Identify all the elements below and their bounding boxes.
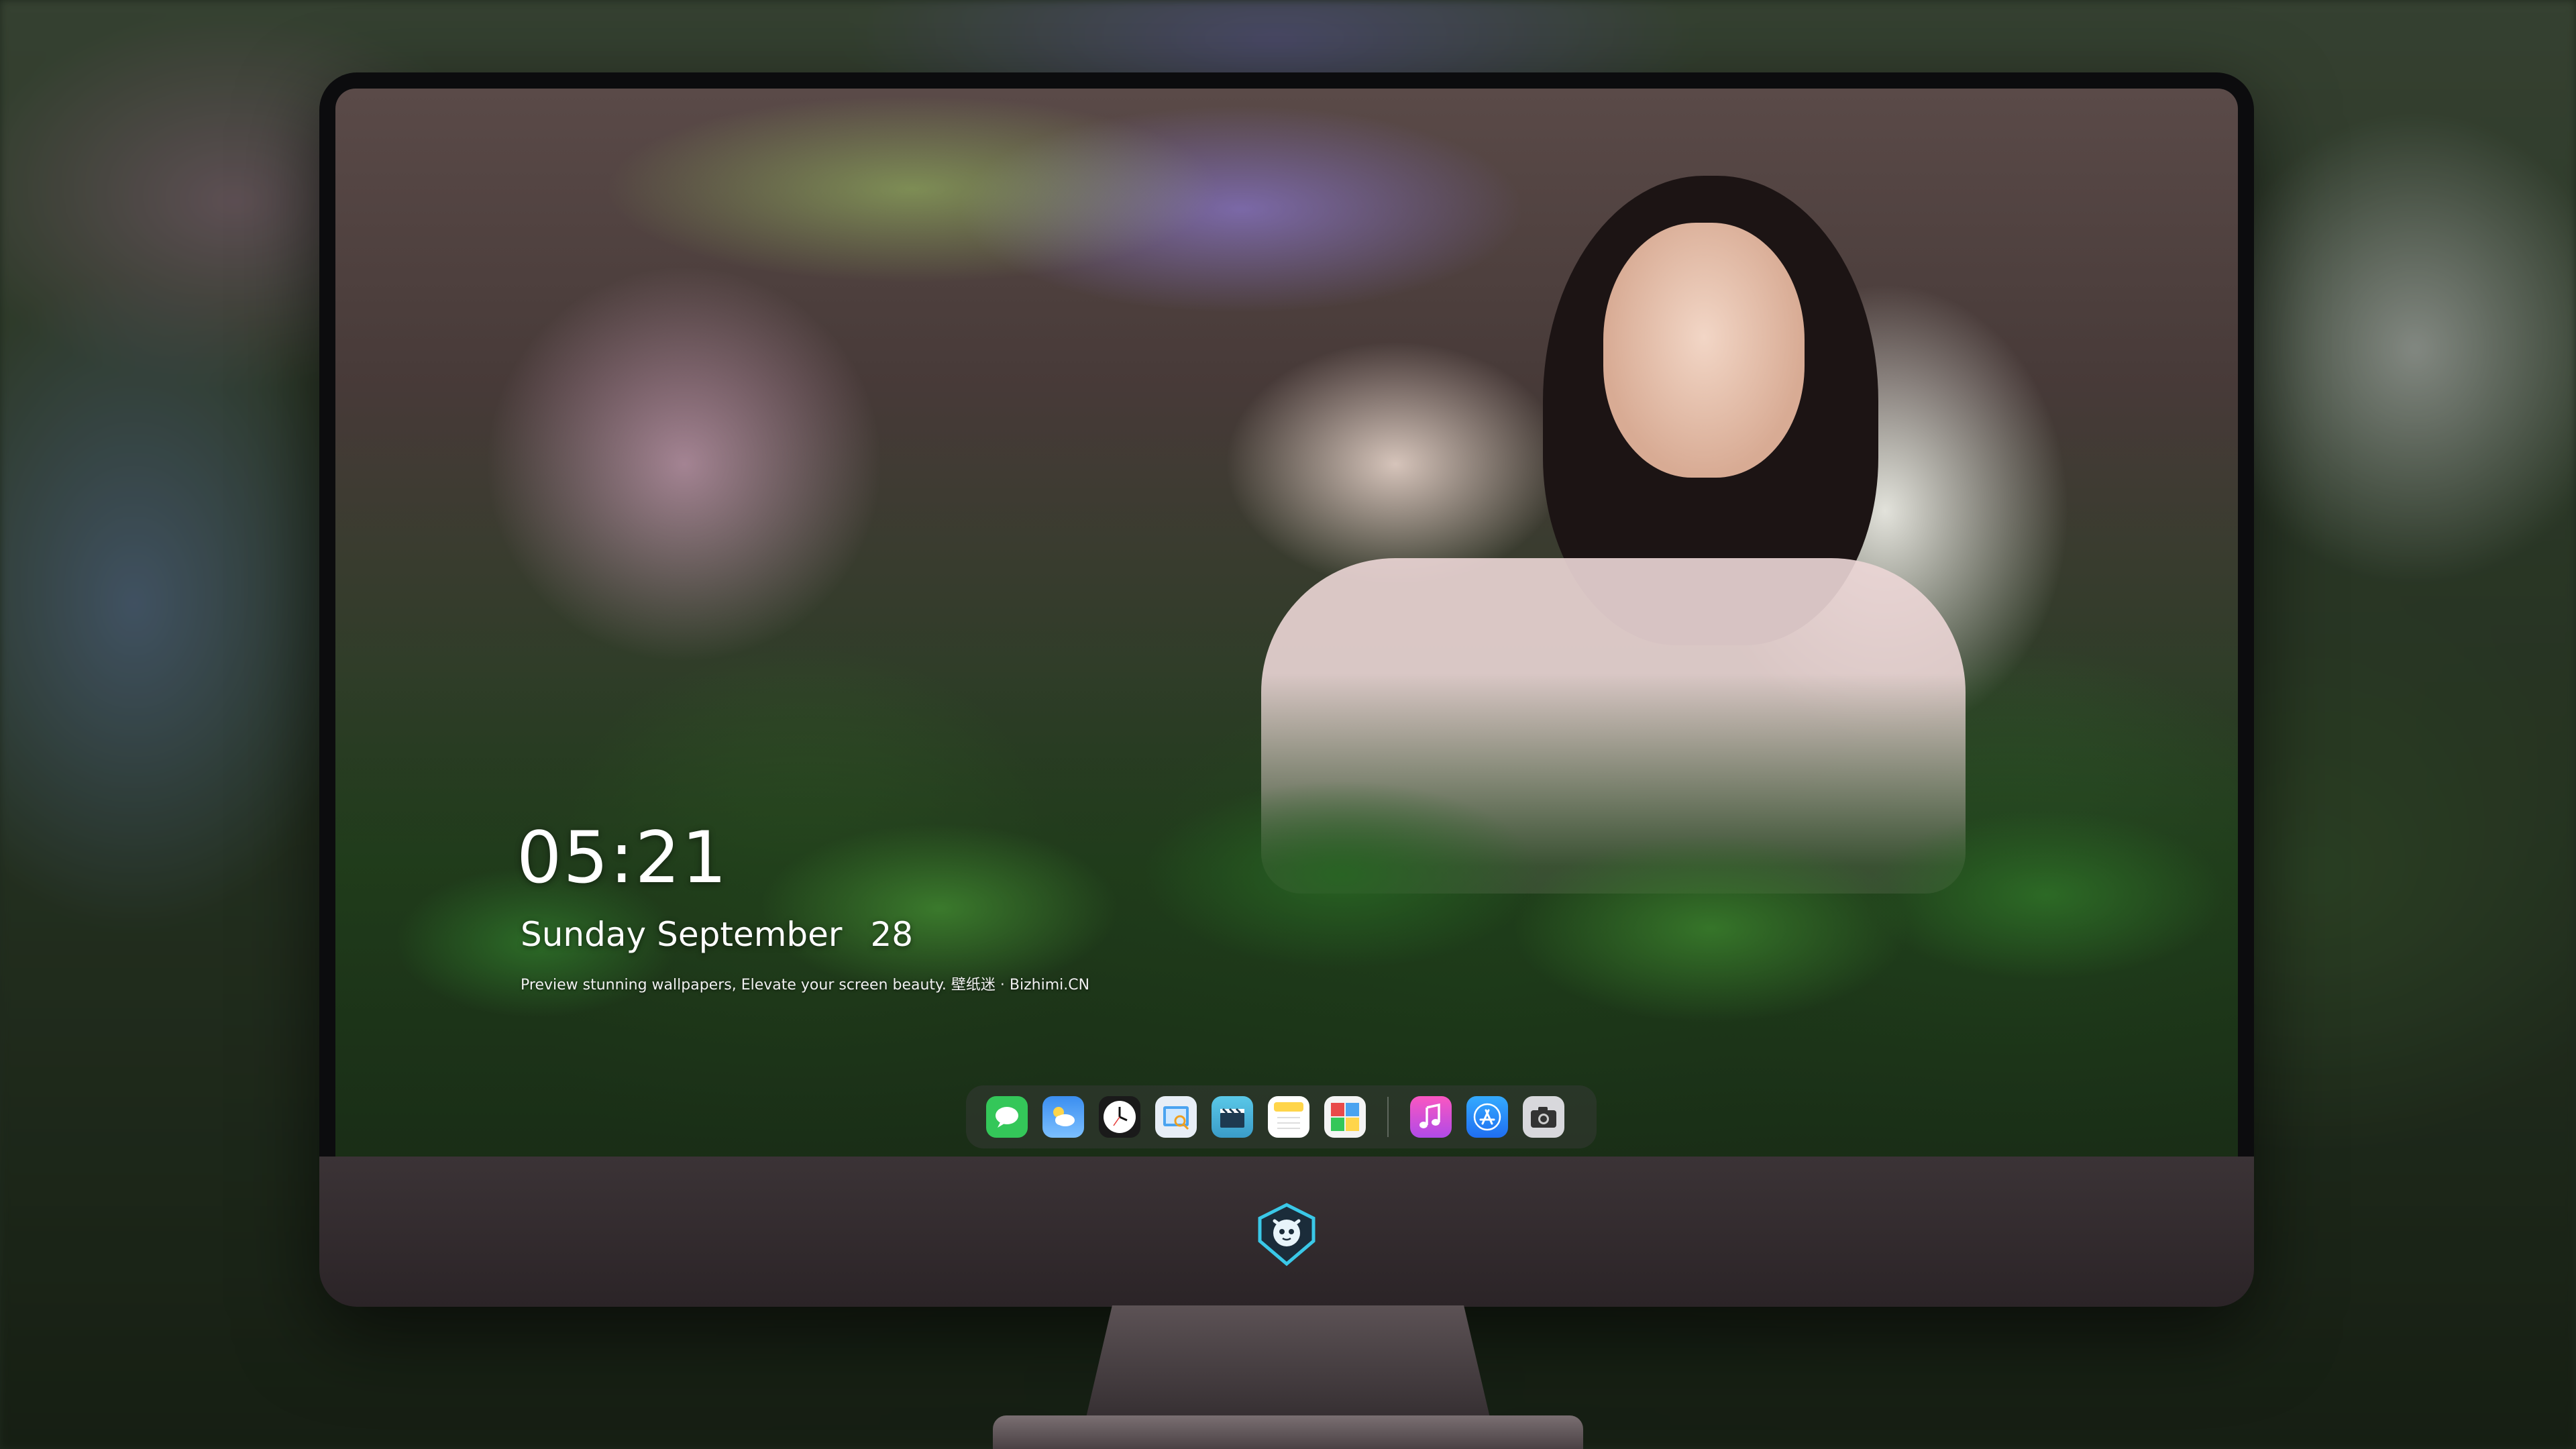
- speech-bubble-icon: [996, 1107, 1018, 1128]
- photo-booth-icon: [1331, 1103, 1359, 1131]
- dock-final-cut[interactable]: [1212, 1096, 1253, 1138]
- mascot-shield-logo: [1258, 1203, 1316, 1267]
- dock-clock[interactable]: [1099, 1096, 1140, 1138]
- music-note-icon: [1419, 1103, 1440, 1128]
- clock-icon: [1104, 1101, 1136, 1133]
- dock-messages[interactable]: [986, 1096, 1028, 1138]
- dock: [966, 1085, 1597, 1148]
- camera-icon: [1531, 1107, 1556, 1128]
- lock-date: Sunday September 28: [521, 915, 924, 954]
- dock-separator: [1387, 1097, 1389, 1137]
- wallpaper-tagline: Preview stunning wallpapers, Elevate you…: [521, 977, 1090, 994]
- lock-clock: 05:21: [517, 816, 729, 899]
- dock-preview[interactable]: [1155, 1096, 1197, 1138]
- photo-viewer-icon: [1163, 1106, 1189, 1130]
- notes-icon: [1274, 1102, 1303, 1129]
- monitor-stand-base: [993, 1415, 1583, 1449]
- dock-app-store[interactable]: [1466, 1096, 1508, 1138]
- dock-camera[interactable]: [1523, 1096, 1564, 1138]
- lock-month: September: [657, 915, 843, 954]
- dock-notes[interactable]: [1268, 1096, 1309, 1138]
- dock-music[interactable]: [1410, 1096, 1452, 1138]
- lock-weekday: Sunday: [521, 915, 647, 954]
- clapperboard-icon: [1220, 1108, 1244, 1128]
- app-store-icon: [1473, 1103, 1501, 1131]
- lock-day: 28: [870, 915, 914, 954]
- lock-screen[interactable]: 05:21 Sunday September 28 Preview stunni…: [335, 89, 2238, 1157]
- dock-weather[interactable]: [1042, 1096, 1084, 1138]
- monitor: 05:21 Sunday September 28 Preview stunni…: [319, 72, 2254, 1307]
- dock-photo-booth[interactable]: [1324, 1096, 1366, 1138]
- cloud-sun-icon: [1053, 1107, 1075, 1126]
- wallpaper-subject-face: [1603, 223, 1805, 478]
